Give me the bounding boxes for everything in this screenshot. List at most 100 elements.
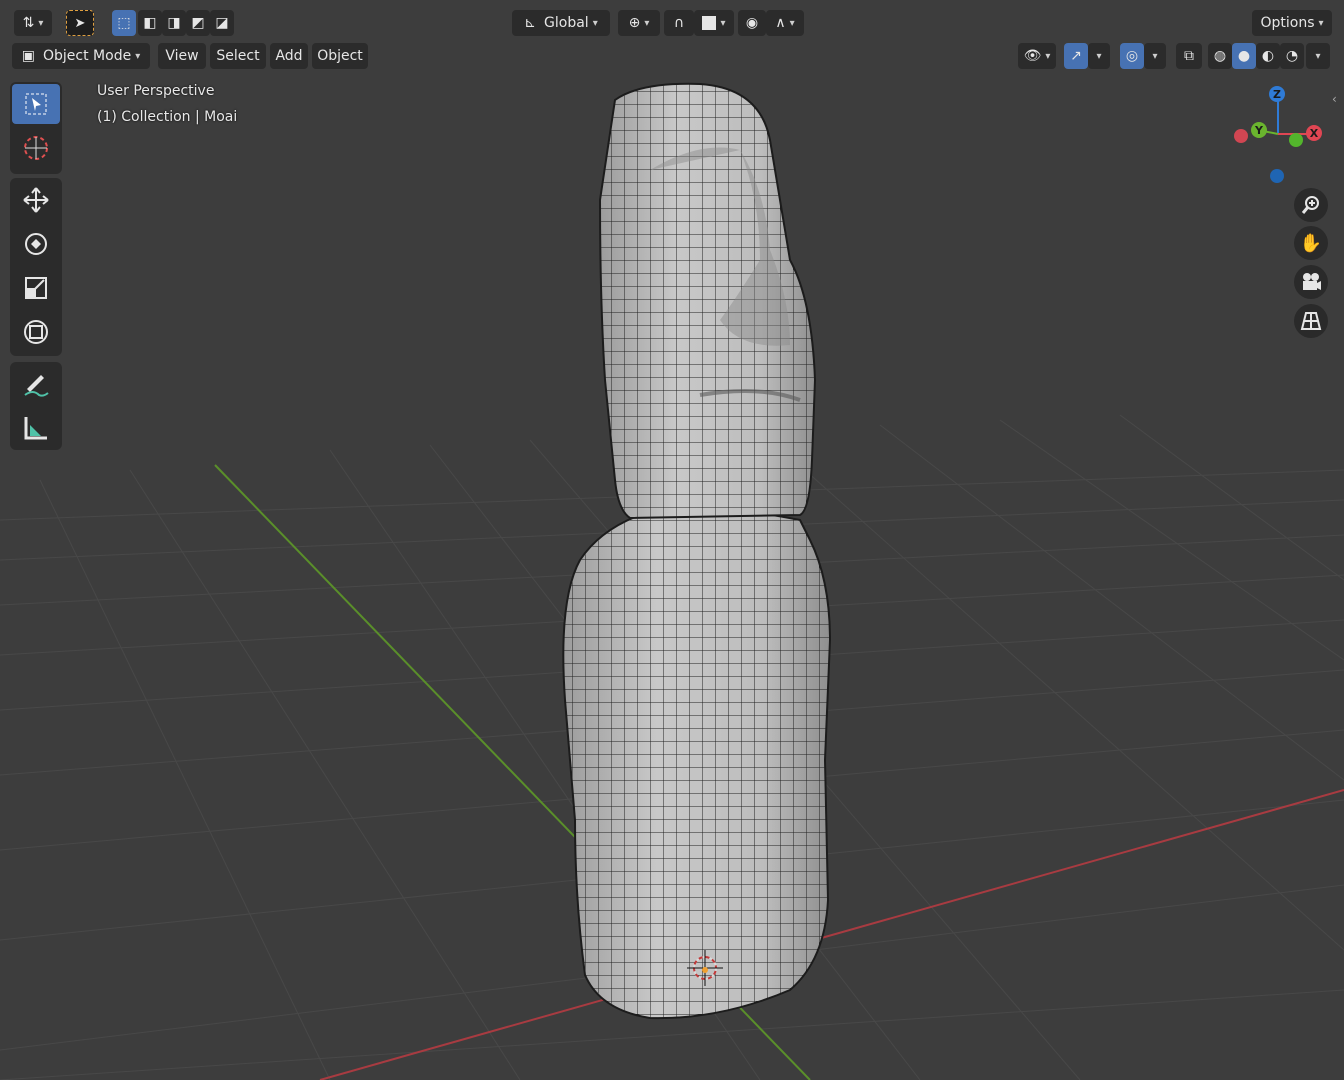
grid-view-icon bbox=[1300, 312, 1322, 330]
active-tool-button[interactable]: ➤ bbox=[66, 10, 94, 36]
menu-select-label: Select bbox=[216, 48, 260, 64]
material-sphere-icon: ◐ bbox=[1261, 48, 1275, 64]
chevron-down-icon: ▾ bbox=[789, 17, 795, 29]
navigation-gizmo[interactable]: Z Y X bbox=[1226, 82, 1332, 188]
overlays-toggle[interactable]: ◎ bbox=[1120, 43, 1144, 69]
shading-rendered-button[interactable]: ◔ bbox=[1280, 43, 1304, 69]
snap-toggle[interactable]: ∩ bbox=[664, 10, 694, 36]
transform-pivot-button[interactable]: ⇅ ▾ bbox=[14, 10, 52, 36]
chevron-down-icon: ▾ bbox=[592, 17, 598, 29]
menu-object[interactable]: Object bbox=[312, 43, 368, 69]
pivot-point-dropdown[interactable]: ⊕ ▾ bbox=[618, 10, 660, 36]
menu-add[interactable]: Add bbox=[270, 43, 308, 69]
collection-info-label: (1) Collection | Moai bbox=[97, 109, 238, 125]
pivot-point-icon: ⊕ bbox=[628, 15, 641, 31]
options-label: Options bbox=[1260, 15, 1315, 31]
cursor-icon bbox=[24, 136, 48, 160]
proportional-falloff-dropdown[interactable]: ∧ ▾ bbox=[766, 10, 804, 36]
toolbar-group-annotate bbox=[10, 362, 62, 450]
transform-orientation-dropdown[interactable]: ⊾ Global ▾ bbox=[512, 10, 610, 36]
ortho-toggle-button[interactable] bbox=[1294, 304, 1328, 338]
xray-icon: ⧉ bbox=[1184, 48, 1194, 64]
zoom-button[interactable] bbox=[1294, 188, 1328, 222]
visibility-dropdown[interactable]: 👁 ▾ bbox=[1018, 43, 1056, 69]
sidebar-toggle[interactable]: ‹ bbox=[1332, 92, 1342, 110]
gizmo-dropdown[interactable]: ▾ bbox=[1088, 43, 1110, 69]
camera-icon bbox=[1303, 273, 1321, 290]
chevron-down-icon: ▾ bbox=[1096, 50, 1102, 62]
snap-target-dropdown[interactable]: ▾ bbox=[694, 10, 734, 36]
solid-sphere-icon: ● bbox=[1237, 48, 1251, 64]
gizmo-icon: ↗ bbox=[1070, 48, 1082, 64]
view-name-label: User Perspective bbox=[97, 83, 215, 99]
chevron-left-icon: ‹ bbox=[1332, 92, 1337, 106]
gizmo-neg-y-axis[interactable] bbox=[1289, 133, 1303, 147]
tool-measure[interactable] bbox=[12, 408, 60, 448]
toolbar-group-select bbox=[10, 82, 62, 174]
shading-material-button[interactable]: ◐ bbox=[1256, 43, 1280, 69]
orientation-icon: ⊾ bbox=[524, 15, 537, 31]
tool-move[interactable] bbox=[12, 180, 60, 220]
snap-increment-icon bbox=[702, 16, 717, 30]
select-mode-subtract-button[interactable]: ◨ bbox=[162, 10, 186, 36]
select-extend-icon: ◧ bbox=[143, 15, 157, 31]
shading-solid-button[interactable]: ● bbox=[1232, 43, 1256, 69]
select-box-icon bbox=[25, 93, 47, 115]
chevron-down-icon: ▾ bbox=[135, 50, 141, 62]
menu-select[interactable]: Select bbox=[210, 43, 266, 69]
gizmo-toggle[interactable]: ↗ bbox=[1064, 43, 1088, 69]
magnet-icon: ∩ bbox=[673, 15, 685, 31]
eye-icon: 👁 bbox=[1023, 48, 1042, 64]
rendered-sphere-icon: ◔ bbox=[1285, 48, 1299, 64]
object-mode-icon: ▣ bbox=[21, 48, 35, 64]
pan-button[interactable]: ✋ bbox=[1294, 226, 1328, 260]
move-icon bbox=[23, 187, 49, 213]
gizmo-y-label: Y bbox=[1254, 124, 1264, 137]
gizmo-neg-x-axis[interactable] bbox=[1234, 129, 1248, 143]
select-mode-extend-button[interactable]: ◧ bbox=[138, 10, 162, 36]
annotate-icon bbox=[24, 375, 49, 397]
menu-view-label: View bbox=[165, 48, 199, 64]
xray-toggle[interactable]: ⧉ bbox=[1176, 43, 1202, 69]
toolbar-group-transform bbox=[10, 178, 62, 356]
proportional-edit-toggle[interactable]: ◉ bbox=[738, 10, 766, 36]
options-dropdown[interactable]: Options ▾ bbox=[1252, 10, 1332, 36]
falloff-curve-icon: ∧ bbox=[775, 15, 786, 31]
rotate-icon bbox=[25, 233, 47, 255]
menu-add-label: Add bbox=[275, 48, 303, 64]
chevron-down-icon: ▾ bbox=[1045, 50, 1051, 62]
tool-select-box[interactable] bbox=[12, 84, 60, 124]
mode-selector-dropdown[interactable]: ▣ Object Mode ▾ bbox=[12, 43, 150, 69]
gizmo-neg-z-axis[interactable] bbox=[1270, 169, 1284, 183]
camera-view-button[interactable] bbox=[1294, 265, 1328, 299]
chevron-down-icon: ▾ bbox=[1152, 50, 1158, 62]
scale-icon bbox=[25, 277, 47, 299]
select-mode-new-button[interactable]: ⬚ bbox=[112, 10, 136, 36]
menu-object-label: Object bbox=[317, 48, 363, 64]
shading-dropdown[interactable]: ▾ bbox=[1306, 43, 1330, 69]
viewport-3d[interactable] bbox=[0, 0, 1344, 1080]
chevron-down-icon: ▾ bbox=[644, 17, 650, 29]
proportional-edit-icon: ◉ bbox=[745, 15, 759, 31]
tool-scale[interactable] bbox=[12, 268, 60, 308]
tool-rotate[interactable] bbox=[12, 224, 60, 264]
overlays-icon: ◎ bbox=[1125, 48, 1139, 64]
tool-header: ⇅ ▾ ➤ ⬚ ◧ ◨ ◩ ◪ ⊾ Global ▾ ⊕ ▾ ∩ ▾ ◉ ∧ ▾ Op… bbox=[0, 4, 1344, 42]
select-new-icon: ⬚ bbox=[117, 15, 131, 31]
menu-view[interactable]: View bbox=[158, 43, 206, 69]
chevron-down-icon: ▾ bbox=[1315, 50, 1321, 62]
tool-transform[interactable] bbox=[12, 312, 60, 352]
shading-wireframe-button[interactable]: ◍ bbox=[1208, 43, 1232, 69]
zoom-icon bbox=[1301, 196, 1319, 214]
tool-annotate[interactable] bbox=[12, 364, 60, 404]
gizmo-x-label: X bbox=[1310, 127, 1319, 140]
tool-cursor[interactable] bbox=[12, 128, 60, 168]
select-mode-difference-button[interactable]: ◩ bbox=[186, 10, 210, 36]
overlays-dropdown[interactable]: ▾ bbox=[1144, 43, 1166, 69]
measure-icon bbox=[24, 417, 47, 440]
gizmo-z-label: Z bbox=[1273, 88, 1281, 101]
select-subtract-icon: ◨ bbox=[167, 15, 181, 31]
transform-icon bbox=[24, 320, 48, 344]
chevron-down-icon: ▾ bbox=[38, 17, 44, 29]
select-mode-intersect-button[interactable]: ◪ bbox=[210, 10, 234, 36]
